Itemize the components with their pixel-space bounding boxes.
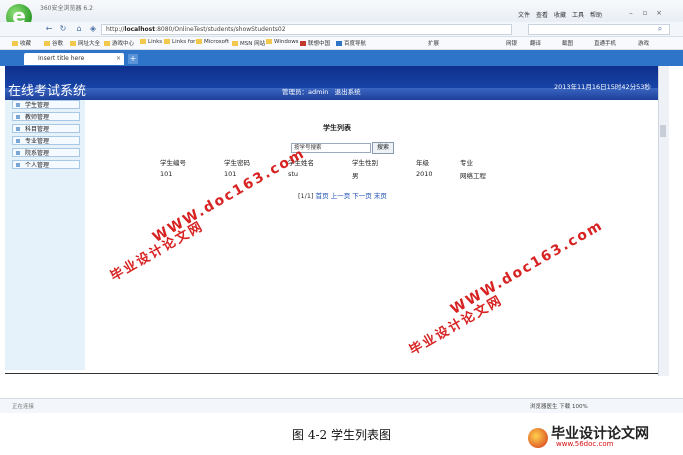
sidebar-item-students[interactable]: 学生管理 xyxy=(12,100,80,109)
shield-icon: ◈ xyxy=(89,24,97,33)
table-cell: stu xyxy=(288,170,299,178)
toolbar-bank[interactable]: 网银 xyxy=(506,39,517,47)
brand-url: www.56doc.com xyxy=(556,440,614,448)
bookmark-item[interactable]: MSN 网站 xyxy=(232,39,265,47)
browser-search-input[interactable] xyxy=(528,24,670,35)
toolbar-games[interactable]: 游戏 xyxy=(638,39,649,47)
bookmark-item[interactable]: 联想中国 xyxy=(300,39,330,47)
toolbar-translate[interactable]: 翻译 xyxy=(530,39,541,47)
admin-bar: 管理员：admin 退出系统 xyxy=(282,86,361,96)
bookmark-item[interactable]: 百度导航 xyxy=(336,39,366,47)
menu-favorites[interactable]: 收藏 xyxy=(554,10,566,19)
search-icon[interactable]: ⌕ xyxy=(655,24,665,34)
datetime-display: 2013年11月16日15时42分53秒 xyxy=(554,83,651,91)
bullet-icon xyxy=(16,139,20,143)
bullet-icon xyxy=(16,115,20,119)
back-icon[interactable]: ← xyxy=(44,24,54,34)
bullet-icon xyxy=(16,103,20,107)
first-page-link[interactable]: 首页 xyxy=(316,192,329,200)
sidebar-item-profile[interactable]: 个人管理 xyxy=(12,160,80,169)
tab-close-icon[interactable]: × xyxy=(116,55,121,62)
column-header: 专业 xyxy=(460,159,473,167)
refresh-icon[interactable]: ↻ xyxy=(58,24,68,34)
bookmark-item[interactable]: Links xyxy=(140,39,162,45)
home-icon[interactable]: ⌂ xyxy=(74,24,84,34)
last-page-link[interactable]: 末页 xyxy=(374,192,387,200)
table-cell: 101 xyxy=(224,170,237,178)
toolbar-phone[interactable]: 直通手机 xyxy=(594,39,616,47)
bullet-icon xyxy=(16,151,20,155)
bookmark-item[interactable]: Windows xyxy=(266,39,299,45)
logout-link[interactable]: 退出系统 xyxy=(335,88,361,96)
menu-tools[interactable]: 工具 xyxy=(572,10,584,19)
status-text: 正在连接 xyxy=(12,404,35,410)
column-header: 学生密码 xyxy=(224,159,250,167)
system-title: 在线考试系统 xyxy=(8,84,87,99)
page-title: 学生列表 xyxy=(323,124,351,132)
table-cell: 101 xyxy=(160,170,173,178)
table-cell: 男 xyxy=(352,172,359,180)
browser-app-title: 360安全浏览器 6.2 xyxy=(40,5,93,12)
bullet-icon xyxy=(16,163,20,167)
page-divider xyxy=(5,373,658,374)
page-info: [1/1] xyxy=(298,192,314,200)
column-header: 年级 xyxy=(416,159,429,167)
scrollbar[interactable] xyxy=(658,66,669,376)
sidebar-item-departments[interactable]: 院系管理 xyxy=(12,148,80,157)
url-host: localhost xyxy=(124,26,156,33)
toolbar-screenshot[interactable]: 截图 xyxy=(562,39,573,47)
sidebar-item-majors[interactable]: 专业管理 xyxy=(12,136,80,145)
bullet-icon xyxy=(16,127,20,131)
menu-help[interactable]: 帮助 xyxy=(590,10,602,19)
url-path: :8080/OnlineTest/students/showStudents02 xyxy=(155,26,286,33)
brand-logo-icon xyxy=(528,428,548,448)
bookmark-item[interactable]: 收藏 xyxy=(12,39,31,47)
next-page-link[interactable]: 下一页 xyxy=(352,192,372,200)
bookmark-item[interactable]: 网址大全 xyxy=(70,39,100,47)
prev-page-link[interactable]: 上一页 xyxy=(331,192,351,200)
pagination: [1/1] 首页 上一页 下一页 末页 xyxy=(298,190,387,200)
new-tab-icon[interactable]: + xyxy=(128,54,138,64)
bookmark-item[interactable]: Microsoft xyxy=(196,39,229,45)
minimize-icon[interactable]: – xyxy=(626,9,636,17)
bookmark-item[interactable]: 谷歌 xyxy=(44,39,63,47)
tab-insert-title[interactable]: Insert title here xyxy=(24,53,124,65)
table-cell: 网络工程 xyxy=(460,172,486,180)
sidebar-item-subjects[interactable]: 科目管理 xyxy=(12,124,80,133)
bookmark-item[interactable]: Links for xyxy=(164,39,195,45)
table-cell: 2010 xyxy=(416,170,433,178)
admin-label: 管理员：admin xyxy=(282,88,329,96)
menu-file[interactable]: 文件 xyxy=(518,10,530,19)
menu-view[interactable]: 查看 xyxy=(536,10,548,19)
status-tools[interactable]: 浏览器医生 下载 100% xyxy=(530,402,588,410)
url-input[interactable]: http://localhost:8080/OnlineTest/student… xyxy=(101,24,512,35)
maximize-icon[interactable]: ▫ xyxy=(640,9,650,17)
bookmark-item[interactable]: 游戏中心 xyxy=(104,39,134,47)
column-header: 学生编号 xyxy=(160,159,186,167)
sidebar-item-teachers[interactable]: 教师管理 xyxy=(12,112,80,121)
toolbar-extensions[interactable]: 扩展 xyxy=(428,39,439,47)
close-window-icon[interactable]: × xyxy=(654,9,664,17)
url-prefix: http:// xyxy=(106,26,125,33)
scrollbar-thumb[interactable] xyxy=(660,125,666,137)
column-header: 学生性别 xyxy=(352,159,378,167)
search-button[interactable]: 搜索 xyxy=(372,142,394,154)
